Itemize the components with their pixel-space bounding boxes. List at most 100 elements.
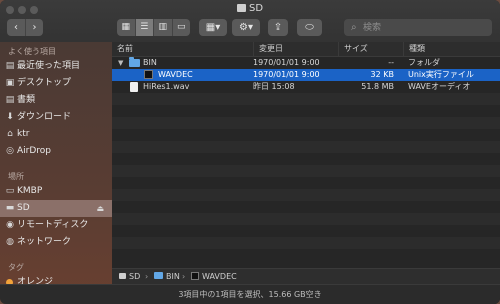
forward-button[interactable]: › xyxy=(25,19,43,36)
empty-row xyxy=(112,249,500,261)
drive-icon: ▬ xyxy=(5,203,15,213)
kind-cell: フォルダ xyxy=(408,58,440,67)
list-header: 名前 変更日 サイズ 種類 xyxy=(112,42,500,57)
laptop-icon: ▭ xyxy=(5,186,15,196)
share-button[interactable]: ⇪ xyxy=(268,19,288,36)
sidebar-item-label: デスクトップ xyxy=(17,78,72,88)
empty-row xyxy=(112,225,500,237)
table-row[interactable]: WAVDEC 1970/01/01 9:00 32 KB Unix実行ファイル xyxy=(112,69,500,81)
search-placeholder: 検索 xyxy=(363,23,382,33)
name-cell: WAVDEC xyxy=(112,69,248,81)
disclosure-triangle-icon[interactable]: ▼ xyxy=(118,57,123,69)
search-field[interactable]: ⌕ 検索 xyxy=(344,19,492,36)
eject-icon[interactable]: ⏏ xyxy=(96,200,104,217)
sidebar-section-locations: 場所 xyxy=(8,172,24,181)
executable-icon xyxy=(144,70,153,79)
gallery-view-button[interactable]: ▭ xyxy=(173,19,191,36)
gallery-view-icon: ▭ xyxy=(176,22,186,32)
path-separator-icon: › xyxy=(145,272,149,281)
folder-icon xyxy=(154,272,163,279)
disc-icon: ◉ xyxy=(6,220,14,230)
file-list-area: 名前 変更日 サイズ 種類 ▼ BIN 1970/01/01 9:00 -- フ… xyxy=(112,42,500,304)
sidebar-item-downloads[interactable]: ⬇ ダウンロード xyxy=(0,109,112,126)
chevron-left-icon: ‹ xyxy=(14,22,18,33)
column-header-size[interactable]: サイズ xyxy=(338,42,400,56)
size-cell: -- xyxy=(388,58,394,67)
sidebar-item-home[interactable]: ⌂ ktr xyxy=(0,126,112,143)
column-view-button[interactable]: ▥ xyxy=(154,19,173,36)
path-item-sd[interactable]: SD xyxy=(119,269,140,285)
arrange-button[interactable]: ▦▾ xyxy=(199,19,227,36)
empty-row xyxy=(112,117,500,129)
empty-row xyxy=(112,153,500,165)
downloads-icon: ⬇ xyxy=(6,112,14,122)
airdrop-icon: ◎ xyxy=(6,146,14,156)
documents-icon: ▤ xyxy=(5,95,15,105)
path-item-wavdec[interactable]: WAVDEC xyxy=(191,269,237,285)
view-mode-control: ▦ ☰ ▥ ▭ xyxy=(117,19,190,36)
sidebar-item-label: 最近使った項目 xyxy=(17,61,81,71)
column-header-name[interactable]: 名前 xyxy=(112,42,248,56)
empty-row xyxy=(112,93,500,105)
sidebar-section-tags: タグ xyxy=(8,263,24,272)
sidebar-item-desktop[interactable]: ▣ デスクトップ xyxy=(0,75,112,92)
sidebar-item-kmbp[interactable]: ▭ KMBP xyxy=(0,183,112,200)
chevron-right-icon: › xyxy=(32,22,37,33)
kind-cell: Unix実行ファイル xyxy=(408,70,474,79)
column-view-icon: ▥ xyxy=(158,22,167,32)
back-button[interactable]: ‹ xyxy=(7,19,25,36)
column-header-date[interactable]: 変更日 xyxy=(253,42,338,56)
file-name: HiRes1.wav xyxy=(143,82,190,91)
share-icon: ⇪ xyxy=(273,22,283,33)
sidebar-item-documents[interactable]: ▤ 書類 xyxy=(0,92,112,109)
drive-icon xyxy=(119,273,126,279)
table-row[interactable]: HiRes1.wav 昨日 15:08 51.8 MB WAVEオーディオ xyxy=(112,81,500,93)
empty-row xyxy=(112,201,500,213)
path-bar: SD › BIN › WAVDEC xyxy=(112,268,500,285)
icon-view-button[interactable]: ▦ xyxy=(117,19,136,36)
window-title-text: SD xyxy=(248,3,264,14)
date-cell: 1970/01/01 9:00 xyxy=(253,70,320,79)
finder-window: SD ‹ › ▦ ☰ ▥ ▭ ▦▾ ⚙▾ ⇪ ⬭ ⌕ 検索 よく使う項目 ▤ 最近… xyxy=(0,0,500,304)
column-header-kind[interactable]: 種類 xyxy=(403,42,500,56)
sidebar-item-sd[interactable]: ▬ SD ⏏ xyxy=(0,200,112,217)
sidebar-item-airdrop[interactable]: ◎ AirDrop xyxy=(0,143,112,160)
sidebar-item-recents[interactable]: ▤ 最近使った項目 xyxy=(0,58,112,75)
sidebar-item-label: KMBP xyxy=(17,186,43,196)
network-icon: ◍ xyxy=(6,237,14,247)
empty-row xyxy=(112,165,500,177)
audio-file-icon xyxy=(130,82,138,92)
name-cell: HiRes1.wav xyxy=(112,81,248,93)
empty-row xyxy=(112,141,500,153)
path-separator-icon: › xyxy=(182,272,186,281)
path-item-bin[interactable]: BIN xyxy=(154,269,180,285)
date-cell: 昨日 15:08 xyxy=(253,82,295,91)
search-icon: ⌕ xyxy=(351,22,357,33)
tag-button[interactable]: ⬭ xyxy=(297,19,322,36)
list-view-icon: ☰ xyxy=(140,22,149,32)
date-cell: 1970/01/01 9:00 xyxy=(253,58,320,67)
empty-row xyxy=(112,129,500,141)
size-cell: 32 KB xyxy=(370,70,394,79)
grid-arrange-icon: ▦▾ xyxy=(205,22,221,33)
sidebar-item-remote-disc[interactable]: ◉ リモートディスク xyxy=(0,217,112,234)
name-cell: ▼ BIN xyxy=(112,57,248,69)
table-row[interactable]: ▼ BIN 1970/01/01 9:00 -- フォルダ xyxy=(112,57,500,69)
drive-icon xyxy=(236,4,246,12)
list-view-button[interactable]: ☰ xyxy=(135,19,154,36)
home-icon: ⌂ xyxy=(7,129,13,139)
file-name: WAVDEC xyxy=(158,70,193,79)
empty-row xyxy=(112,189,500,201)
gear-icon: ⚙▾ xyxy=(239,22,253,33)
empty-row xyxy=(112,177,500,189)
icon-view-icon: ▦ xyxy=(121,22,130,32)
sidebar-section-favorites: よく使う項目 xyxy=(8,47,56,56)
action-button[interactable]: ⚙▾ xyxy=(232,19,260,36)
status-bar: 3項目中の1項目を選択、15.66 GB空き xyxy=(0,284,500,304)
sidebar-item-label: ネットワーク xyxy=(17,237,72,247)
empty-row xyxy=(112,213,500,225)
sidebar-item-label: 書類 xyxy=(17,95,36,105)
sidebar-item-network[interactable]: ◍ ネットワーク xyxy=(0,234,112,251)
sidebar-item-label: ダウンロード xyxy=(17,112,72,122)
title-bar: SD ‹ › ▦ ☰ ▥ ▭ ▦▾ ⚙▾ ⇪ ⬭ ⌕ 検索 xyxy=(0,0,500,43)
